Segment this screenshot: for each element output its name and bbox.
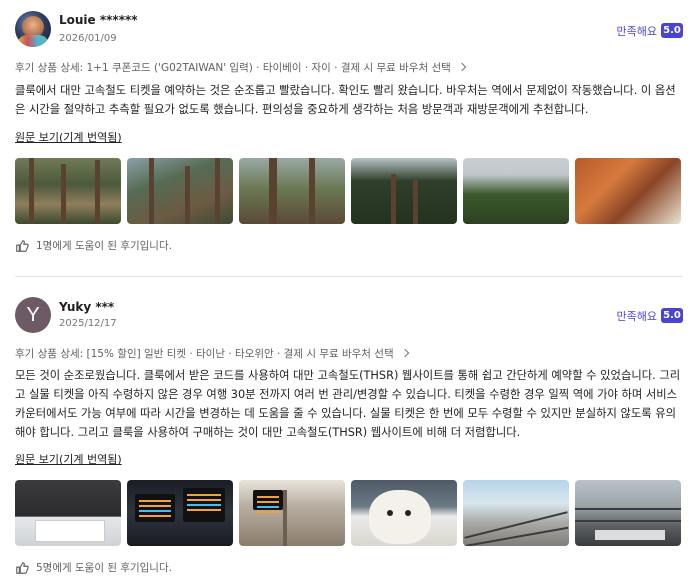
- view-original-link[interactable]: 원문 보기(기계 번역됨): [15, 451, 122, 467]
- review-date: 2025/12/17: [59, 318, 117, 329]
- chevron-right-icon: [400, 348, 409, 358]
- review-card: Y Yuky *** 2025/12/17 만족해요 5.0 후기 상품 상세:…: [0, 0, 697, 584]
- review-photo-ticket[interactable]: [15, 480, 121, 546]
- review-photo-platform[interactable]: [463, 480, 569, 546]
- product-detail-text: 후기 상품 상세: [15% 할인] 일반 티켓 · 타이난 · 타오위안 · …: [15, 348, 394, 360]
- review-photo-station-hall[interactable]: [239, 480, 345, 546]
- reviewer-name: Yuky ***: [59, 300, 115, 314]
- satisfaction-label: 만족해요: [616, 310, 657, 323]
- review-photo-train-tracks[interactable]: [575, 480, 681, 546]
- avatar[interactable]: Y: [15, 297, 51, 333]
- photo-strip: [15, 480, 681, 546]
- review-photo-plush-bear[interactable]: [351, 480, 457, 546]
- thumbs-up-icon: [16, 561, 29, 574]
- score-badge: 5.0: [661, 308, 683, 323]
- review-photo-departure-board[interactable]: [127, 480, 233, 546]
- helpful-button[interactable]: 5명에게 도움이 된 후기입니다.: [15, 560, 172, 575]
- product-detail-link[interactable]: 후기 상품 상세: [15% 할인] 일반 티켓 · 타이난 · 타오위안 · …: [15, 346, 409, 361]
- review-body: 모든 것이 순조로웠습니다. 클룩에서 받은 코드를 사용하여 대만 고속철도(…: [15, 369, 681, 439]
- helpful-count-text: 5명에게 도움이 된 후기입니다.: [36, 562, 172, 574]
